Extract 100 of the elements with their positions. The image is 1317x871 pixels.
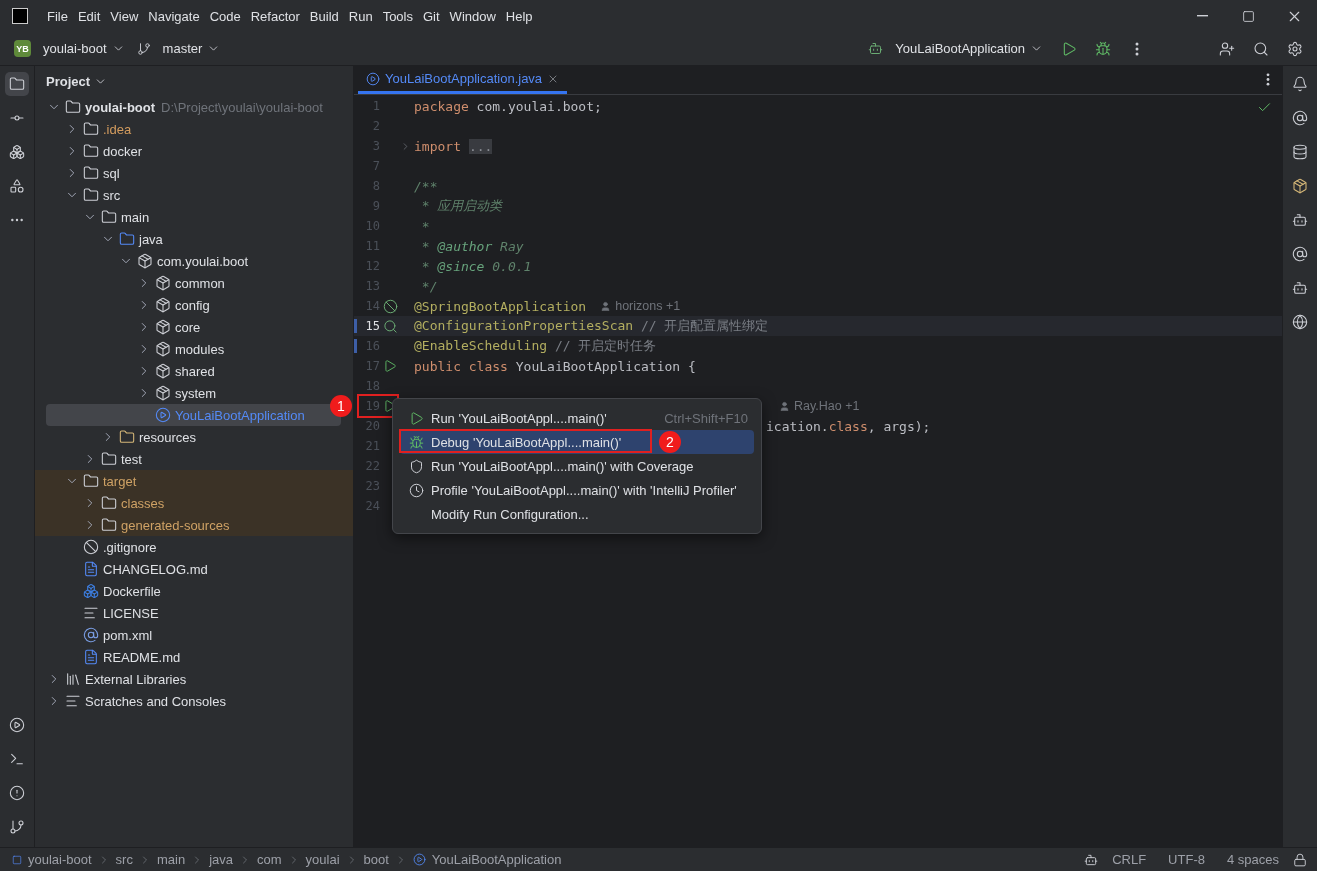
status-item[interactable]: UTF-8 [1168,852,1205,867]
tree-item[interactable]: External Libraries [35,668,353,690]
menu-item[interactable]: Run [343,8,378,24]
menu-item[interactable]: View [105,8,144,24]
code-line: */ [420,278,438,294]
app-logo [12,8,28,24]
breadcrumb[interactable]: src [115,852,133,867]
menu-item[interactable]: Run 'YouLaiBootAppl....main()' with Coverage [400,454,754,478]
code-line: * @author Ray [420,238,524,254]
breadcrumb[interactable]: com [257,852,282,867]
item-label: src [103,187,121,203]
branch-dropdown[interactable]: master [156,37,227,60]
item-label: .idea [103,121,132,137]
text-file-icon [83,605,99,621]
tree-item[interactable]: Dockerfile [35,580,353,602]
code-line: import ... [414,138,493,154]
item-label: Dockerfile [103,583,161,599]
code-line: @SpringBootApplication [414,298,587,314]
menu-item[interactable]: Profile 'YouLaiBootAppl....main()' with 'IntelliJ Profiler' [400,478,754,502]
folder-icon [101,495,117,511]
item-label: generated-sources [121,517,230,533]
person-icon [779,400,790,412]
item-label: config [175,297,210,313]
plugin-icon [1292,178,1308,194]
notifications-icon [1292,76,1308,92]
menu-item[interactable]: Git [418,8,445,24]
folder-icon [83,165,99,181]
run-config-dropdown[interactable]: YouLaiBootApplication [889,37,1049,60]
tree-item[interactable]: Scratches and Consoles [35,690,353,712]
item-label: common [175,275,225,291]
tree-item[interactable]: .idea [35,118,353,140]
tree-item[interactable]: src [35,184,353,206]
person-icon [600,300,612,312]
status-item[interactable]: 4 spaces [1226,852,1279,867]
bug-icon [409,434,424,450]
menu-item[interactable]: Code [204,8,246,24]
tree-item[interactable]: README.md [35,646,353,668]
tree-item[interactable]: resources [35,426,353,448]
menu-item[interactable]: Build [304,8,344,24]
menu-item[interactable]: Refactor [245,8,305,24]
tree-item[interactable]: config [35,294,353,316]
run-icon [1061,40,1077,57]
tree-item[interactable]: main [35,206,353,228]
tree-item[interactable]: core [35,316,353,338]
tree-item[interactable]: java [35,228,353,250]
tree-item[interactable]: sql [35,162,353,184]
panel-title[interactable]: Project [46,73,91,89]
tree-item[interactable]: generated-sources [35,514,353,536]
more-icon [1135,41,1139,56]
spring-bean-search-icon [382,318,398,334]
editor-tab[interactable]: YouLaiBootApplication.java [358,66,568,94]
web-icon [1292,314,1308,330]
code-line: public class YouLaiBootApplication { [414,358,696,374]
item-label: com.youlai.boot [157,253,249,269]
item-label: docker [103,143,143,159]
code-line: * @since 0.0.1 [420,258,532,274]
menu-item[interactable]: Navigate [143,8,205,24]
menu-item[interactable]: Help [500,8,538,24]
breadcrumb[interactable]: boot [363,852,389,867]
item-label: core [175,319,201,335]
folder-icon [101,209,117,225]
breadcrumb[interactable]: YouLaiBootApplication [431,852,562,867]
menu-item[interactable]: Debug 'YouLaiBootAppl....main()' 2 [400,430,754,454]
menu-item[interactable]: Window [444,8,501,24]
database-icon [1292,144,1308,160]
package-icon [137,253,153,269]
tree-item[interactable]: shared [35,360,353,382]
breadcrumb[interactable]: youlai [305,852,340,867]
code-line: package com.youlai.boot; [414,98,602,114]
tree-item[interactable]: common [35,272,353,294]
tree-item[interactable]: test [35,448,353,470]
menu-item[interactable]: File [42,8,73,24]
item-label: Scratches and Consoles [85,693,226,709]
menu-item[interactable]: Modify Run Configuration... [400,502,754,526]
status-item[interactable]: CRLF [1112,852,1147,867]
menu-item[interactable]: Run 'YouLaiBootAppl....main()' Ctrl+Shift+F10 [400,406,754,430]
tree-item[interactable]: LICENSE [35,602,353,624]
project-dropdown[interactable]: youlai-boot [37,37,131,60]
code-line: /** [414,178,438,194]
project-tool-button[interactable] [5,72,29,96]
author-hint: horizons +1 [615,299,681,313]
tree-item[interactable]: pom.xml [35,624,353,646]
tree-item[interactable]: .gitignore [35,536,353,558]
terminal-tool-icon [9,751,25,767]
tree-item[interactable]: modules [35,338,353,360]
breadcrumb[interactable]: java [209,852,233,867]
menu-item[interactable]: Edit [72,8,106,24]
copilot-icon [1292,212,1308,228]
tree-item[interactable]: youlai-boot D:\Project\youlai\youlai-boot [35,96,353,118]
run-icon [409,410,424,426]
folder-icon [119,429,135,445]
menu-item[interactable]: Tools [377,8,418,24]
tree-item[interactable]: target [35,470,353,492]
tree-item[interactable]: docker [35,140,353,162]
breadcrumb[interactable]: youlai-boot [28,852,92,867]
tree-item[interactable]: com.youlai.boot [35,250,353,272]
ignore-file-icon [83,539,99,555]
tree-item[interactable]: CHANGELOG.md [35,558,353,580]
breadcrumb[interactable]: main [156,852,186,867]
tree-item[interactable]: classes [35,492,353,514]
